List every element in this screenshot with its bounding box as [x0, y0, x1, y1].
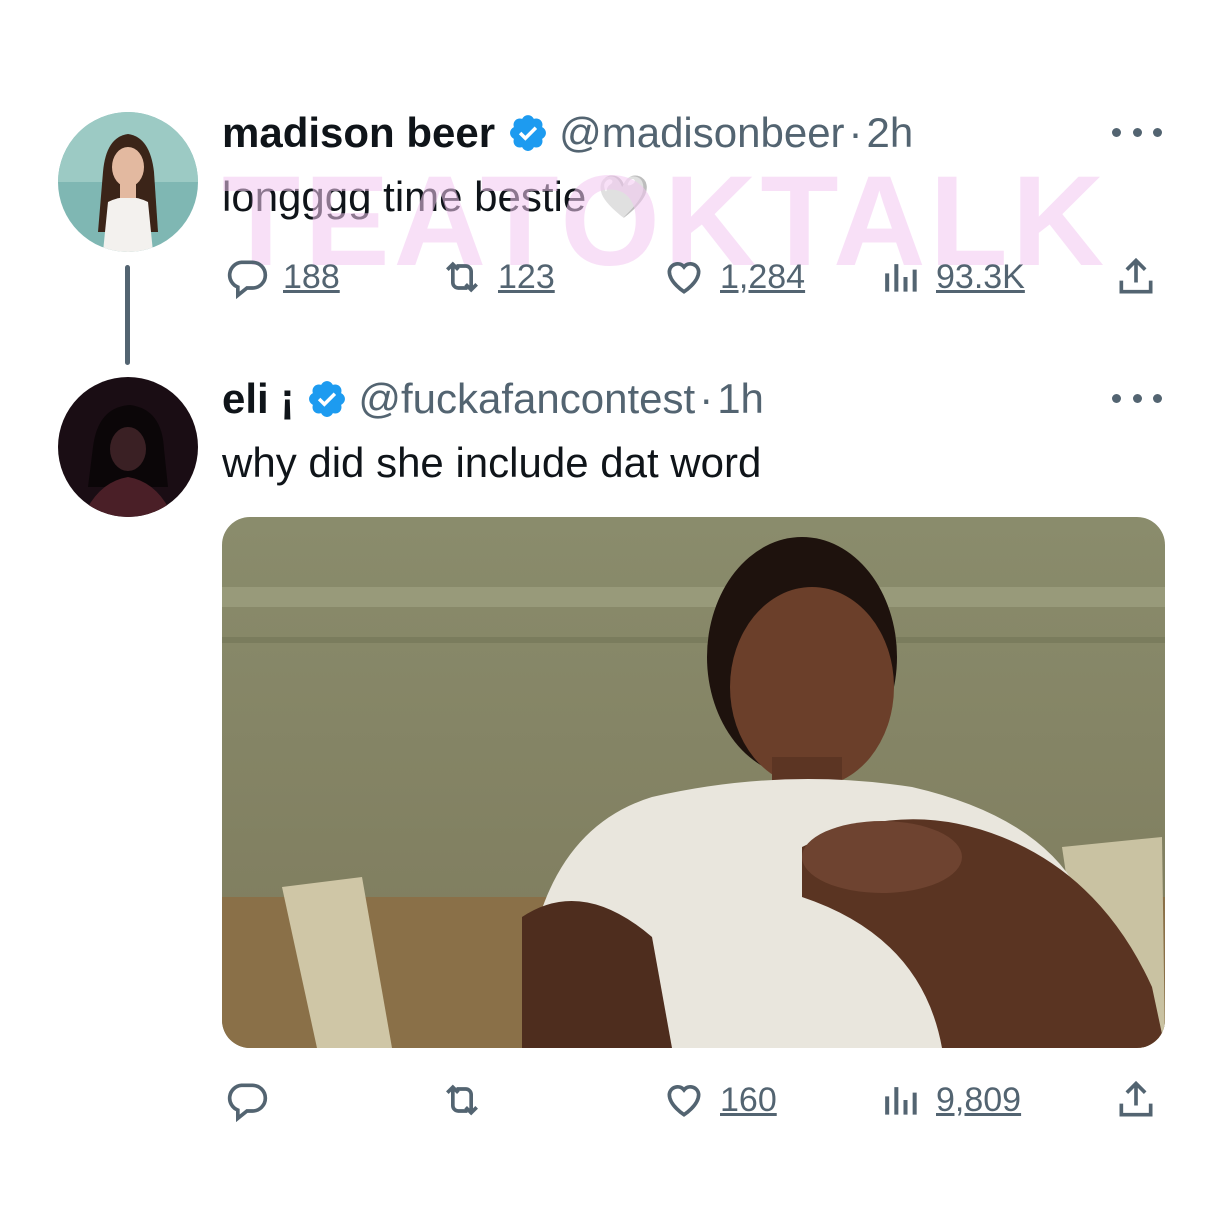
retweet-button[interactable] — [440, 1075, 484, 1125]
like-count[interactable]: 1,284 — [720, 258, 805, 297]
views-button[interactable]: 9,809 — [878, 1075, 1021, 1125]
retweet-button[interactable]: 123 — [440, 252, 555, 302]
like-button[interactable]: 160 — [662, 1075, 777, 1125]
display-name[interactable]: eli ¡ — [222, 374, 294, 424]
views-count[interactable]: 93.3K — [936, 258, 1025, 297]
views-icon — [885, 1087, 917, 1115]
reply-icon — [227, 1083, 268, 1122]
share-icon — [1119, 257, 1153, 294]
tweet-media-image[interactable] — [222, 517, 1165, 1048]
share-button[interactable] — [1114, 252, 1158, 302]
views-icon — [885, 264, 917, 292]
reply-count[interactable]: 188 — [283, 258, 340, 297]
avatar-eli[interactable] — [58, 377, 198, 517]
separator: · — [699, 375, 714, 422]
handle[interactable]: @fuckafancontest — [358, 374, 695, 424]
more-icon[interactable] — [1112, 391, 1162, 405]
reply-button[interactable] — [225, 1075, 269, 1125]
tweet-text-2: why did she include dat word — [222, 436, 761, 490]
reply-icon — [227, 260, 268, 299]
retweet-icon — [446, 261, 478, 293]
verified-badge-icon — [309, 381, 346, 417]
like-icon — [667, 1085, 701, 1117]
views-button[interactable]: 93.3K — [878, 252, 1025, 302]
retweet-count[interactable]: 123 — [498, 258, 555, 297]
reply-button[interactable]: 188 — [225, 252, 340, 302]
thread-line — [125, 265, 130, 365]
tweet-header-2: eli ¡ @fuckafancontest · 1h — [222, 374, 764, 424]
like-icon — [667, 262, 701, 294]
retweet-icon — [446, 1084, 478, 1116]
like-count[interactable]: 160 — [720, 1081, 777, 1120]
views-count[interactable]: 9,809 — [936, 1081, 1021, 1120]
like-button[interactable]: 1,284 — [662, 252, 805, 302]
timestamp[interactable]: 1h — [717, 374, 764, 424]
more-icon[interactable] — [1112, 125, 1162, 139]
share-icon — [1119, 1080, 1153, 1117]
tweet-body: why did she include dat word — [222, 439, 762, 486]
share-button[interactable] — [1114, 1075, 1158, 1125]
avatar-madison[interactable] — [58, 112, 198, 252]
